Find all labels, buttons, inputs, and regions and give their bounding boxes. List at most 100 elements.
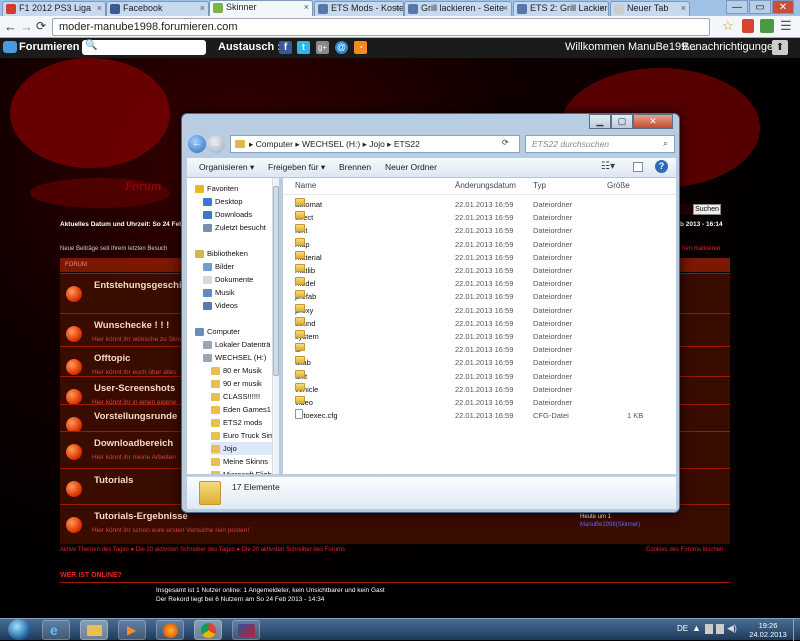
browser-tab[interactable]: ETS Mods - Kostenl × xyxy=(314,1,404,16)
close-tab-icon[interactable]: × xyxy=(681,2,686,15)
clear-cookies-link[interactable]: Cookies des Forums löschen xyxy=(646,547,723,553)
column-header-size[interactable]: Größe xyxy=(607,178,630,194)
nav-item[interactable]: Microsoft Flight xyxy=(211,468,274,474)
extension-icon[interactable] xyxy=(742,19,754,33)
file-row[interactable]: uilab 22.01.2013 16:59 Dateiordner xyxy=(291,356,671,369)
file-row[interactable]: sound 22.01.2013 16:59 Dateiordner xyxy=(291,316,671,330)
organize-button[interactable]: Organisieren ▾ xyxy=(199,162,254,173)
browser-tab[interactable]: F1 2012 PS3 Liga × xyxy=(2,1,106,16)
breadcrumb-separator[interactable]: ▸ xyxy=(293,139,302,149)
column-header-date[interactable]: Änderungsdatum xyxy=(455,178,516,194)
volume-icon[interactable]: ◀) xyxy=(727,623,737,634)
language-indicator[interactable]: DE xyxy=(677,624,688,633)
breadcrumb-item[interactable]: ETS22 xyxy=(394,139,420,149)
file-row[interactable]: video 22.01.2013 16:59 Dateiordner xyxy=(291,396,671,409)
forum-search-input[interactable]: 🔍 xyxy=(82,40,206,55)
explorer-taskbar-icon[interactable] xyxy=(80,620,108,640)
back-arrow-icon[interactable]: ← xyxy=(188,135,206,153)
start-button[interactable] xyxy=(8,619,30,640)
firefox-icon[interactable] xyxy=(156,620,184,640)
forward-arrow-icon[interactable]: → xyxy=(207,135,225,153)
browser-tab[interactable]: ETS 2: Grill Lackiere × xyxy=(513,1,609,16)
truck-game-icon[interactable] xyxy=(232,620,260,640)
twitter-icon[interactable]: t xyxy=(297,41,310,54)
facebook-icon[interactable]: f xyxy=(279,41,292,54)
forumieren-logo[interactable]: Forumieren xyxy=(19,41,80,53)
breadcrumb-separator[interactable]: ▸ xyxy=(360,139,369,149)
nav-item[interactable]: Euro Truck Sim xyxy=(211,429,274,442)
explorer-search-input[interactable]: ETS22 durchsuchen xyxy=(525,135,675,153)
tray-arrow-icon[interactable]: ▲ xyxy=(692,623,701,633)
category-title[interactable]: Wunschecke ! ! ! xyxy=(94,320,169,331)
nav-item[interactable]: 80 er Musik xyxy=(211,364,262,377)
close-button[interactable]: ✕ xyxy=(772,0,794,14)
nav-item[interactable]: Zuletzt besucht xyxy=(203,221,266,234)
last-post-user[interactable]: ManuBe1998(Skinner) xyxy=(580,522,640,528)
category-title[interactable]: Tutorials xyxy=(94,475,133,486)
file-row[interactable]: system 22.01.2013 16:59 Dateiordner xyxy=(291,330,671,343)
refresh-icon[interactable]: ⟳ xyxy=(502,138,509,147)
close-tab-icon[interactable]: × xyxy=(503,2,508,15)
file-row[interactable]: map 22.01.2013 16:59 Dateiordner xyxy=(291,237,671,251)
category-title[interactable]: Downloadbereich xyxy=(94,438,173,449)
category-title[interactable]: Vorstellungsrunde xyxy=(94,411,177,422)
close-tab-icon[interactable]: × xyxy=(200,2,205,15)
maximize-button[interactable]: ▢ xyxy=(611,114,633,129)
footer-links[interactable]: Aktive Themen des Tages ● Die 20 aktivst… xyxy=(60,547,345,553)
help-icon[interactable]: ? xyxy=(655,160,668,173)
action-center-icon[interactable] xyxy=(716,624,724,634)
share-with-button[interactable]: Freigeben für ▾ xyxy=(268,162,325,173)
network-icon[interactable] xyxy=(705,624,713,634)
nav-item[interactable]: Lokaler Datenträ xyxy=(203,338,270,351)
nav-item[interactable]: Downloads xyxy=(203,208,252,221)
file-row[interactable]: prefab 22.01.2013 16:59 Dateiordner xyxy=(291,290,671,303)
close-tab-icon[interactable]: × xyxy=(395,2,400,15)
extension-icon[interactable] xyxy=(760,19,774,33)
nav-item[interactable]: ETS2 mods xyxy=(211,416,262,429)
internet-explorer-icon[interactable]: e xyxy=(42,620,70,640)
nav-item[interactable]: 90 er musik xyxy=(211,377,262,390)
nav-scrollbar[interactable] xyxy=(272,178,279,474)
nav-item[interactable]: Bibliotheken xyxy=(195,247,248,260)
close-button[interactable]: ✕ xyxy=(633,114,673,129)
minimize-button[interactable]: ▁ xyxy=(589,114,611,129)
new-posts-link[interactable]: Neue Beiträge seit Ihrem letzten Besuch xyxy=(60,246,167,252)
nav-item[interactable]: Bilder xyxy=(203,260,234,273)
file-row[interactable]: proxy 22.01.2013 16:59 Dateiordner xyxy=(291,303,671,317)
scrollbar-thumb[interactable] xyxy=(273,186,279,376)
nav-item[interactable]: Favoriten xyxy=(195,182,238,195)
browser-tab[interactable]: Neuer Tab × xyxy=(610,1,690,16)
scroll-top-arrow-icon[interactable]: ⬆ xyxy=(772,40,788,55)
reload-icon[interactable]: ⟳ xyxy=(36,19,46,33)
search-button[interactable]: Suchen xyxy=(693,204,721,215)
search-field[interactable] xyxy=(680,204,694,215)
browser-tab[interactable]: Skinner × xyxy=(209,0,313,16)
burn-button[interactable]: Brennen xyxy=(339,162,371,172)
view-options-icon[interactable]: ☷▾ xyxy=(601,161,615,172)
clock-date[interactable]: 24.02.2013 xyxy=(746,630,790,639)
file-row[interactable]: autoexec.cfg 22.01.2013 16:59 CFG-Datei 1 K… xyxy=(291,409,671,422)
file-row[interactable]: matlib 22.01.2013 16:59 Dateiordner xyxy=(291,264,671,277)
nav-item[interactable]: Videos xyxy=(203,299,238,312)
close-tab-icon[interactable]: × xyxy=(97,2,102,15)
file-row[interactable]: model 22.01.2013 16:59 Dateiordner xyxy=(291,277,671,290)
nav-item[interactable]: CLASS!!!!!! xyxy=(211,390,260,403)
bookmark-star-icon[interactable]: ☆ xyxy=(722,18,734,34)
media-player-icon[interactable]: ▶ xyxy=(118,620,146,640)
breadcrumb-item[interactable]: Computer xyxy=(256,139,293,149)
nav-item[interactable]: Desktop xyxy=(203,195,243,208)
close-tab-icon[interactable]: × xyxy=(304,1,309,14)
breadcrumb-separator[interactable]: ▸ xyxy=(385,139,394,149)
category-title[interactable]: Offtopic xyxy=(94,353,130,364)
category-title[interactable]: Entstehungsgeschi xyxy=(94,280,182,291)
new-folder-button[interactable]: Neuer Ordner xyxy=(385,162,437,172)
file-row[interactable]: effect 22.01.2013 16:59 Dateiordner xyxy=(291,211,671,224)
show-desktop-button[interactable] xyxy=(793,619,800,641)
email-icon[interactable]: @ xyxy=(335,41,348,54)
mark-read-link[interactable]: hen markieren xyxy=(682,246,720,252)
explorer-address-bar[interactable]: ▸ Computer ▸ WECHSEL (H:) ▸ Jojo ▸ ETS22 xyxy=(230,135,520,153)
welcome-user[interactable]: Willkommen ManuBe199... xyxy=(565,41,696,53)
file-row[interactable]: vehicle 22.01.2013 16:59 Dateiordner xyxy=(291,382,671,396)
file-row[interactable]: automat 22.01.2013 16:59 Dateiordner xyxy=(291,198,671,211)
google-plus-icon[interactable]: g+ xyxy=(316,41,329,54)
